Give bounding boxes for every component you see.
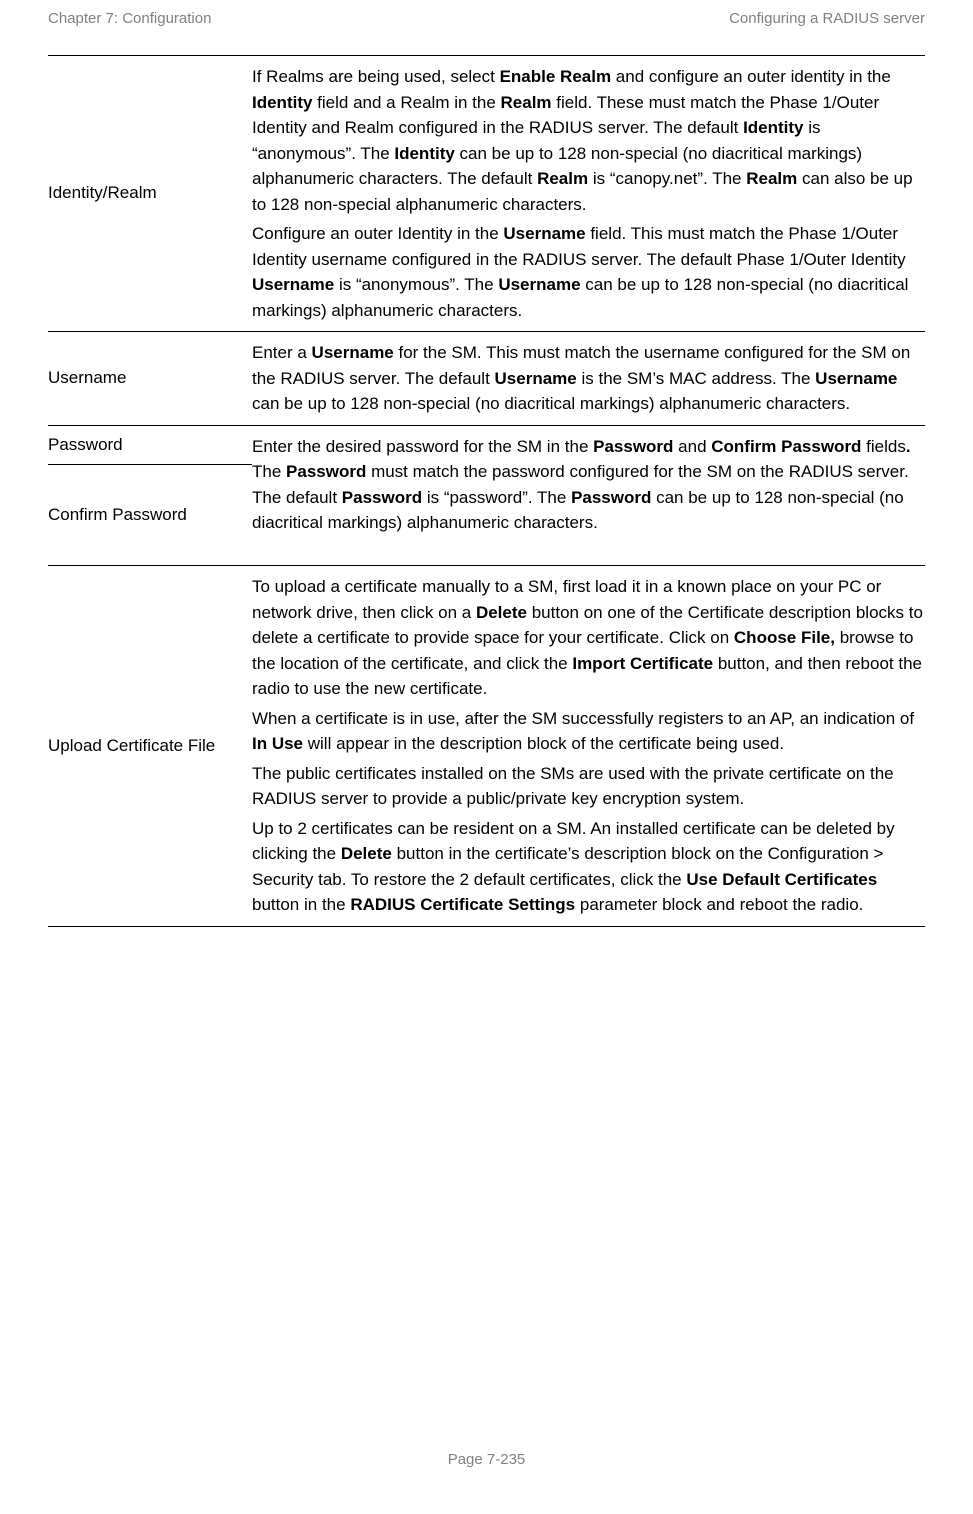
label-username: Username — [48, 367, 126, 390]
label-confirm-password: Confirm Password — [48, 504, 187, 527]
row-identity-realm: Identity/Realm If Realms are being used,… — [48, 56, 925, 332]
page-header: Chapter 7: Configuration Configuring a R… — [48, 10, 925, 27]
header-right: Configuring a RADIUS server — [729, 10, 925, 27]
desc-upload-certificate: To upload a certificate manually to a SM… — [252, 566, 925, 926]
table: Identity/Realm If Realms are being used,… — [48, 55, 925, 927]
row-username: Username Enter a Username for the SM. Th… — [48, 332, 925, 426]
page-number: Page 7-235 — [448, 1451, 526, 1468]
row-password-group: Password Confirm Password Enter the desi… — [48, 426, 925, 567]
header-left: Chapter 7: Configuration — [48, 10, 211, 27]
label-identity-realm: Identity/Realm — [48, 182, 157, 205]
desc-username: Enter a Username for the SM. This must m… — [252, 332, 925, 425]
label-password: Password — [48, 435, 123, 454]
desc-password: Enter the desired password for the SM in… — [252, 426, 925, 566]
row-upload-certificate: Upload Certificate File To upload a cert… — [48, 566, 925, 927]
page-footer: Page 7-235 — [0, 1451, 973, 1468]
label-upload-certificate: Upload Certificate File — [48, 735, 215, 758]
desc-identity-realm: If Realms are being used, select Enable … — [252, 56, 925, 331]
